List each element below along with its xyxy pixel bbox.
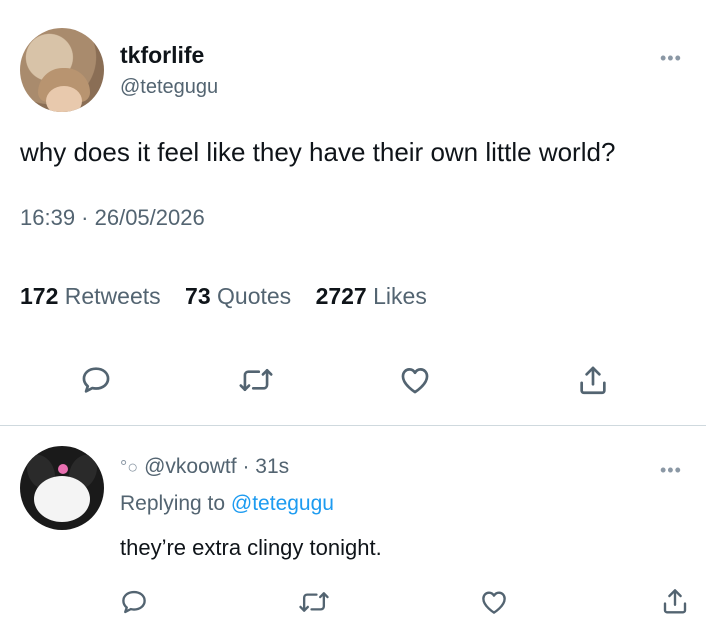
reply-separator: · (242, 455, 250, 478)
quotes-stat[interactable]: 73 Quotes (185, 283, 291, 309)
retweets-label: Retweets (64, 283, 161, 309)
likes-stat[interactable]: 2727 Likes (316, 283, 427, 309)
likes-count: 2727 (315, 283, 367, 309)
bubbles-icon: °○ (120, 457, 139, 477)
retweets-count: 172 (20, 283, 59, 309)
comment-icon[interactable] (119, 587, 149, 617)
tweet-text: why does it feel like they have their ow… (20, 137, 616, 167)
quotes-label: Quotes (217, 283, 292, 309)
retweet-icon[interactable] (298, 587, 330, 617)
heart-icon[interactable] (479, 587, 509, 617)
reply-header: °○ @vkoowtf · 31s (120, 455, 289, 479)
retweets-stat[interactable]: 172 Retweets (20, 283, 161, 309)
likes-label: Likes (373, 283, 427, 309)
tweet-timestamp[interactable]: 16:39 · 26/05/2026 (20, 205, 205, 231)
comment-icon[interactable] (79, 363, 113, 397)
reply-author-avatar[interactable] (20, 446, 104, 530)
more-icon[interactable]: ••• (660, 48, 682, 69)
share-icon[interactable] (576, 363, 610, 397)
tweet-stats: 172 Retweets 73 Quotes 2727 Likes (20, 283, 427, 310)
replying-to: Replying to @tetegugu (120, 492, 334, 516)
avatar-ornament (58, 464, 68, 474)
divider (0, 425, 706, 426)
replying-to-label: Replying to (120, 492, 226, 515)
reply-text: they’re extra clingy tonight. (120, 535, 382, 560)
more-icon[interactable]: ••• (660, 460, 682, 481)
replying-to-mention[interactable]: @tetegugu (231, 492, 334, 515)
avatar-face (34, 476, 90, 522)
reply-handle[interactable]: @vkoowtf (144, 455, 237, 478)
author-display-name[interactable]: tkforlife (120, 42, 204, 69)
quotes-count: 73 (185, 283, 211, 309)
share-icon[interactable] (660, 586, 690, 616)
avatar-face (46, 86, 82, 112)
author-avatar[interactable] (20, 28, 104, 112)
heart-icon[interactable] (398, 363, 432, 397)
retweet-icon[interactable] (238, 363, 274, 397)
reply-time[interactable]: 31s (255, 455, 289, 478)
author-handle[interactable]: @tetegugu (120, 76, 218, 99)
